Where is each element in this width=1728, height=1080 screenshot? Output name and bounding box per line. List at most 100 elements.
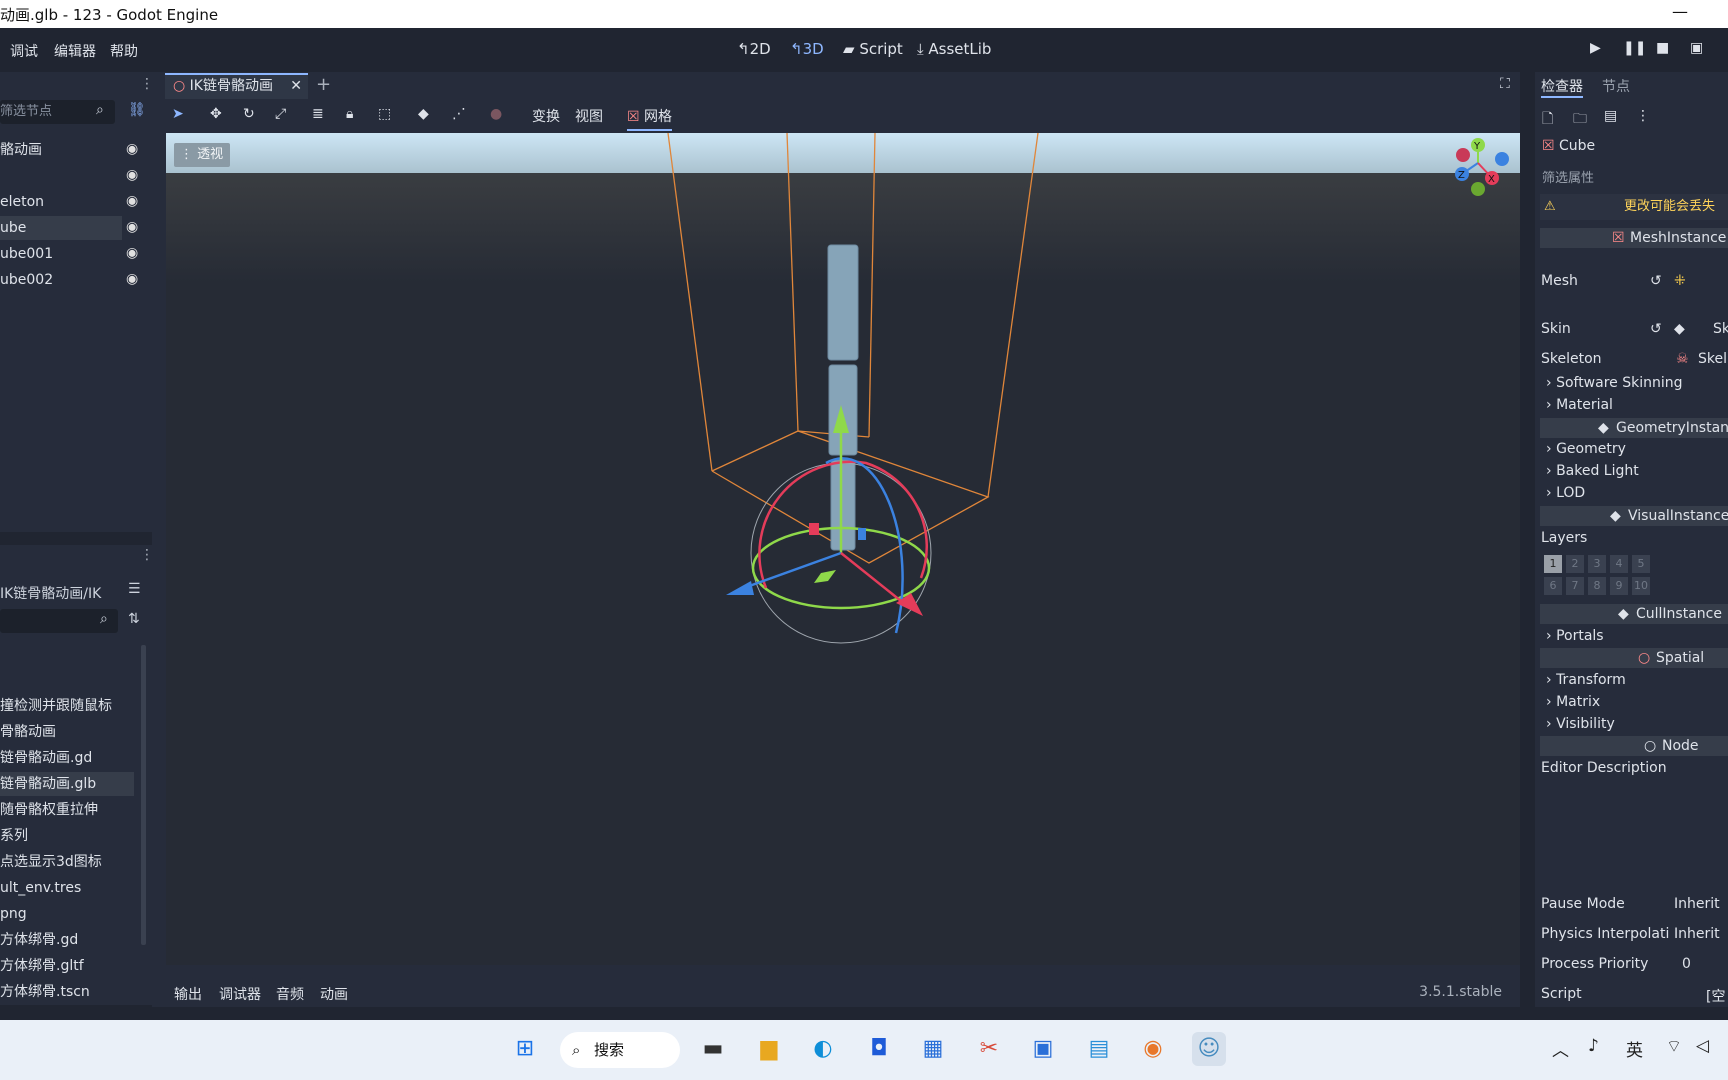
- file-row[interactable]: png: [0, 902, 134, 926]
- filesystem-scrollbar[interactable]: [141, 645, 146, 945]
- play-scene-button[interactable]: ▣: [1690, 40, 1703, 56]
- group-icon[interactable]: ⬚: [378, 106, 391, 122]
- taskbar-search[interactable]: ⌕ 搜索: [560, 1032, 680, 1068]
- save-icon[interactable]: ▤: [1604, 108, 1617, 124]
- move-tool-icon[interactable]: ✥: [210, 106, 222, 122]
- section-node[interactable]: ○ Node: [1540, 736, 1728, 756]
- property-filter-input[interactable]: 筛选属性: [1542, 167, 1594, 186]
- file-row[interactable]: 系列: [0, 824, 134, 848]
- layer-toggle[interactable]: 3: [1588, 555, 1606, 573]
- tab-output[interactable]: 输出: [174, 984, 202, 1004]
- scene-node-row[interactable]: ube002: [0, 268, 122, 292]
- layer-toggle[interactable]: 10: [1632, 577, 1650, 595]
- local-space-icon[interactable]: ◆: [418, 106, 429, 122]
- scene-node-row[interactable]: 骼动画: [0, 138, 122, 162]
- prop-editor-description[interactable]: Editor Description: [1541, 760, 1667, 776]
- scene-node-row[interactable]: [0, 164, 122, 188]
- file-row[interactable]: 方体绑骨.gltf: [0, 954, 134, 978]
- layer-toggle[interactable]: 9: [1610, 577, 1628, 595]
- layer-toggle[interactable]: 4: [1610, 555, 1628, 573]
- section-geometryinstance[interactable]: ◆GeometryInstance: [1540, 418, 1728, 438]
- workspace-script-button[interactable]: ▰ Script: [843, 40, 903, 58]
- revert-icon[interactable]: ↺: [1650, 321, 1662, 337]
- new-resource-icon[interactable]: 🗋: [1542, 108, 1553, 132]
- file-row[interactable]: ult_env.tres: [0, 876, 134, 900]
- microphone-icon[interactable]: ♪: [1588, 1036, 1599, 1056]
- revert-icon[interactable]: ↺: [1650, 273, 1662, 289]
- add-tab-button[interactable]: +: [316, 74, 331, 95]
- visibility-eye-icon[interactable]: ◉: [126, 141, 138, 157]
- edge-browser-icon[interactable]: ◐: [806, 1032, 840, 1066]
- visibility-eye-icon[interactable]: ◉: [126, 271, 138, 287]
- group-matrix[interactable]: › Matrix: [1546, 694, 1600, 710]
- stop-button[interactable]: ■: [1656, 40, 1669, 56]
- app-l-icon[interactable]: ◘: [862, 1032, 896, 1066]
- layer-toggle[interactable]: 1: [1544, 555, 1562, 573]
- scale-tool-icon[interactable]: ⤢: [275, 106, 286, 122]
- file-row[interactable]: 链骨骼动画.gd: [0, 746, 134, 770]
- file-row[interactable]: 方体绑骨.gd: [0, 928, 134, 952]
- section-cullinstance[interactable]: ◆ CullInstance: [1540, 604, 1728, 624]
- filesystem-path[interactable]: IK链骨骼动画/IK: [0, 583, 101, 603]
- object-header[interactable]: ☒ Cube: [1542, 138, 1595, 154]
- transform-menu[interactable]: 变换: [532, 106, 560, 126]
- volume-icon[interactable]: ◁: [1696, 1036, 1709, 1056]
- sort-icon[interactable]: ⇅: [128, 611, 140, 627]
- view-orientation-gizmo[interactable]: Y Z X: [1455, 138, 1509, 196]
- scene-node-row[interactable]: ube001: [0, 242, 122, 266]
- blender-icon[interactable]: ◉: [1136, 1032, 1170, 1066]
- prop-pause-mode-value[interactable]: Inherit: [1674, 896, 1720, 912]
- windows-start-icon[interactable]: ⊞: [508, 1032, 542, 1066]
- prop-process-priority-value[interactable]: 0: [1682, 956, 1691, 972]
- snap-icon[interactable]: ⋰: [452, 106, 466, 122]
- layer-toggle[interactable]: 8: [1588, 577, 1606, 595]
- menu-debug[interactable]: 调试: [10, 41, 38, 61]
- scene-tab[interactable]: ○ IK链骨骼动画 ✕: [165, 73, 308, 99]
- distraction-free-icon[interactable]: ⛶: [1500, 76, 1510, 92]
- group-geometry[interactable]: › Geometry: [1546, 441, 1626, 457]
- group-baked-light[interactable]: › Baked Light: [1546, 463, 1639, 479]
- snipping-tool-icon[interactable]: ✂: [972, 1032, 1006, 1066]
- visibility-eye-icon[interactable]: ◉: [126, 193, 138, 209]
- section-spatial[interactable]: ○ Spatial: [1540, 648, 1728, 668]
- select-tool-icon[interactable]: ➤: [172, 106, 184, 122]
- more-options-icon[interactable]: ⋮: [1636, 108, 1650, 124]
- workspace-assetlib-button[interactable]: ⤓ AssetLib: [917, 40, 991, 58]
- tab-animation[interactable]: 动画: [320, 984, 348, 1004]
- prop-skin-value[interactable]: Sk: [1713, 321, 1728, 337]
- mesh-resource-icon[interactable]: ⁜: [1674, 273, 1686, 289]
- file-row-selected[interactable]: 链骨骼动画.glb: [0, 772, 134, 796]
- file-row[interactable]: 随骨骼权重拉伸: [0, 798, 134, 822]
- workspace-3d-button[interactable]: ↰3D: [790, 40, 824, 58]
- pause-button[interactable]: ❚❚: [1623, 40, 1646, 56]
- minimize-button[interactable]: —: [1672, 2, 1688, 21]
- scene-node-row[interactable]: eleton: [0, 190, 122, 214]
- instance-scene-icon[interactable]: ⛓: [128, 102, 146, 118]
- task-view-icon[interactable]: ▬: [696, 1032, 730, 1066]
- tab-audio[interactable]: 音频: [276, 984, 304, 1004]
- camera-override-icon[interactable]: ●: [490, 106, 502, 122]
- photos-icon[interactable]: ▣: [1026, 1032, 1060, 1066]
- file-row[interactable]: 骨骼动画: [0, 720, 134, 744]
- group-visibility[interactable]: › Visibility: [1546, 716, 1615, 732]
- skin-resource-icon[interactable]: ◆: [1674, 321, 1685, 337]
- chevron-up-icon[interactable]: ︿: [1552, 1036, 1569, 1061]
- tab-inspector[interactable]: 检查器: [1541, 76, 1583, 98]
- workspace-2d-button[interactable]: ↰2D: [737, 40, 771, 58]
- file-row[interactable]: 点选显示3d图标: [0, 850, 134, 874]
- godot-icon[interactable]: ☺: [1192, 1032, 1226, 1066]
- play-button[interactable]: ▶: [1590, 40, 1601, 56]
- layout-toggle-icon[interactable]: ☰: [128, 581, 141, 597]
- mesh-menu[interactable]: ☒ 网格: [627, 106, 673, 131]
- group-transform[interactable]: › Transform: [1546, 672, 1626, 688]
- menu-editor[interactable]: 编辑器: [54, 41, 96, 61]
- visibility-eye-icon[interactable]: ◉: [126, 167, 138, 183]
- tab-node[interactable]: 节点: [1602, 76, 1630, 96]
- ime-language-indicator[interactable]: 英: [1626, 1036, 1643, 1061]
- file-row[interactable]: 方体绑骨.tscn: [0, 980, 134, 1004]
- scene-node-row-selected[interactable]: ube: [0, 216, 122, 240]
- section-meshinstance[interactable]: ☒ MeshInstance: [1540, 228, 1728, 248]
- prop-skeleton-value[interactable]: Skel: [1698, 351, 1727, 367]
- layer-toggle[interactable]: 6: [1544, 577, 1562, 595]
- notepad-icon[interactable]: ▤: [1082, 1032, 1116, 1066]
